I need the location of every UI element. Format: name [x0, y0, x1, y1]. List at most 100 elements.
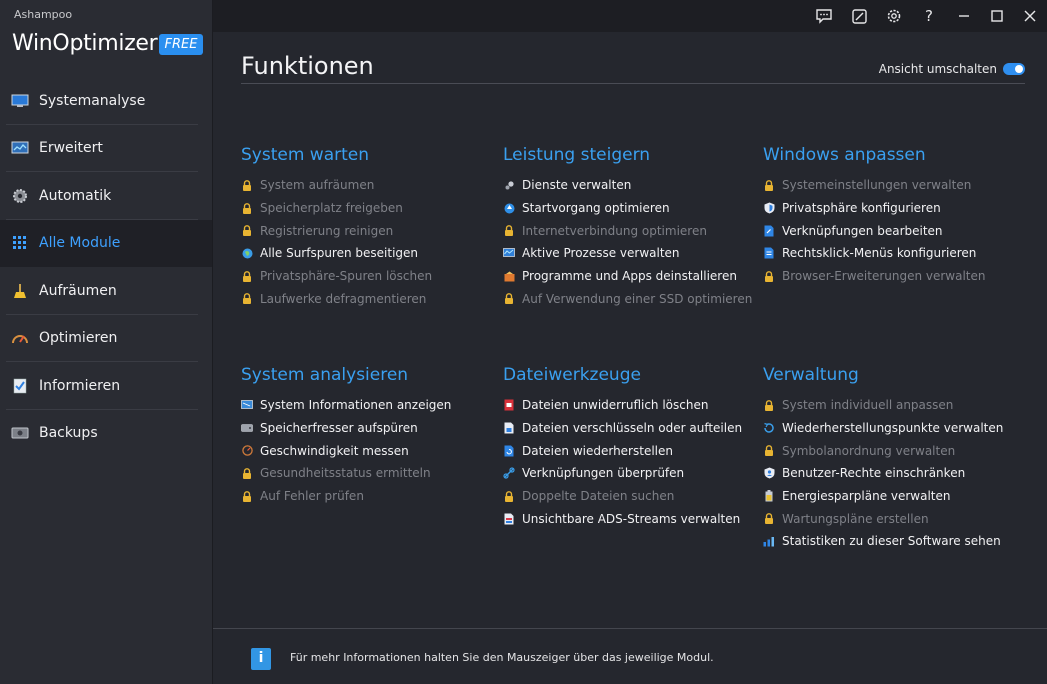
module-item-locked[interactable]: Doppelte Dateien suchen — [503, 485, 763, 508]
module-item-label: Speicherfresser aufspüren — [260, 421, 418, 436]
module-item[interactable]: Dateien wiederherstellen — [503, 439, 763, 462]
module-item-label: Dateien unwiderruflich löschen — [522, 398, 709, 413]
sidebar-item-informieren[interactable]: Informieren — [0, 362, 212, 410]
help-icon[interactable]: ? — [916, 4, 942, 28]
lock-icon — [503, 225, 515, 237]
grid-icon — [11, 234, 29, 252]
backup-icon — [11, 424, 29, 442]
module-item-label: Gesundheitsstatus ermitteln — [260, 466, 431, 481]
module-item-label: Startvorgang optimieren — [522, 201, 670, 216]
module-list: Systemeinstellungen verwalten Privatsphär… — [763, 174, 1023, 287]
module-item-label: System aufräumen — [260, 178, 375, 193]
sidebar-item-backups[interactable]: Backups — [0, 410, 212, 458]
module-item[interactable]: Speicherfresser aufspüren — [241, 417, 501, 440]
module-item[interactable]: Benutzer-Rechte einschränken — [763, 462, 1023, 485]
module-item-locked[interactable]: System aufräumen — [241, 174, 501, 197]
module-list: Dienste verwalten Startvorgang optimieren… — [503, 174, 763, 310]
startup-icon — [503, 202, 515, 214]
module-item[interactable]: Privatsphäre konfigurieren — [763, 197, 1023, 220]
module-item[interactable]: Startvorgang optimieren — [503, 197, 763, 220]
sidebar-item-label: Erweitert — [39, 140, 103, 157]
battery-icon — [763, 490, 775, 502]
section-title: System warten — [241, 145, 370, 165]
module-item-locked[interactable]: Systemeinstellungen verwalten — [763, 174, 1023, 197]
module-item-locked[interactable]: Wartungspläne erstellen — [763, 507, 1023, 530]
module-item-label: System Informationen anzeigen — [260, 398, 452, 413]
sidebar-item-systemanalyse[interactable]: Systemanalyse — [0, 77, 212, 125]
module-item-label: Dateien wiederherstellen — [522, 443, 673, 458]
lock-icon — [241, 202, 253, 214]
module-item-label: Dateien verschlüsseln oder aufteilen — [522, 421, 743, 436]
lock-icon — [241, 225, 253, 237]
stats-icon — [763, 535, 775, 547]
module-item[interactable]: Alle Surfspuren beseitigen — [241, 242, 501, 265]
restore-point-icon — [763, 422, 775, 434]
module-item[interactable]: Programme und Apps deinstallieren — [503, 265, 763, 288]
module-item[interactable]: Wiederherstellungspunkte verwalten — [763, 417, 1023, 440]
sidebar-item-optimieren[interactable]: Optimieren — [0, 315, 212, 362]
module-item[interactable]: Rechtsklick-Menüs konfigurieren — [763, 242, 1023, 265]
module-item-label: Privatsphäre-Spuren löschen — [260, 269, 433, 284]
toggle-switch[interactable] — [1003, 63, 1025, 75]
encrypt-icon — [503, 422, 515, 434]
module-item[interactable]: Dateien unwiderruflich löschen — [503, 394, 763, 417]
module-item-locked[interactable]: Symbolanordnung verwalten — [763, 439, 1023, 462]
module-section: Windows anpassen Systemeinstellungen verw… — [763, 144, 1023, 287]
module-item-locked[interactable]: Internetverbindung optimieren — [503, 219, 763, 242]
sidebar-item-alle-module[interactable]: Alle Module — [0, 219, 212, 267]
sidebar: Ashampoo WinOptimizer FREE Systemanalyse… — [0, 0, 213, 684]
module-item[interactable]: Dateien verschlüsseln oder aufteilen — [503, 417, 763, 440]
module-item-locked[interactable]: Registrierung reinigen — [241, 219, 501, 242]
section-title: Windows anpassen — [763, 145, 926, 165]
module-item[interactable]: Verknüpfungen überprüfen — [503, 462, 763, 485]
page-title: Funktionen — [241, 52, 374, 80]
settings-icon[interactable] — [881, 4, 907, 28]
module-item-locked[interactable]: Browser-Erweiterungen verwalten — [763, 265, 1023, 288]
section-title: System analysieren — [241, 365, 409, 385]
info-icon: i — [251, 648, 271, 670]
lock-icon — [763, 270, 775, 282]
lock-icon — [763, 513, 775, 525]
speed-icon — [241, 445, 253, 457]
module-item-locked[interactable]: Privatsphäre-Spuren löschen — [241, 265, 501, 288]
module-item-locked[interactable]: Auf Verwendung einer SSD optimieren — [503, 287, 763, 310]
module-item[interactable]: Unsichtbare ADS-Streams verwalten — [503, 507, 763, 530]
gauge-icon — [11, 329, 29, 347]
module-item[interactable]: Verknüpfungen bearbeiten — [763, 219, 1023, 242]
module-section: Dateiwerkzeuge Dateien unwiderruflich lös… — [503, 364, 763, 530]
disk-icon — [241, 422, 253, 434]
module-list: System individuell anpassen Wiederherstel… — [763, 394, 1023, 553]
monitor-icon — [11, 92, 29, 110]
module-item[interactable]: Geschwindigkeit messen — [241, 439, 501, 462]
module-item[interactable]: Energiesparpläne verwalten — [763, 485, 1023, 508]
main-panel: Funktionen Ansicht umschalten System war… — [213, 32, 1047, 628]
feedback-icon[interactable] — [811, 4, 837, 28]
uninstall-icon — [503, 270, 515, 282]
sidebar-item-erweitert[interactable]: Erweitert — [0, 125, 212, 172]
module-item-label: Geschwindigkeit messen — [260, 443, 409, 458]
module-item[interactable]: Aktive Prozesse verwalten — [503, 242, 763, 265]
close-icon[interactable] — [1017, 4, 1043, 28]
skin-icon[interactable] — [846, 4, 872, 28]
module-section: Leistung steigern Dienste verwalten Startv… — [503, 144, 763, 310]
module-item-locked[interactable]: Auf Fehler prüfen — [241, 485, 501, 508]
module-item-locked[interactable]: System individuell anpassen — [763, 394, 1023, 417]
shredder-icon — [503, 399, 515, 411]
minimize-icon[interactable] — [951, 4, 977, 28]
module-item[interactable]: System Informationen anzeigen — [241, 394, 501, 417]
footer-bar: i Für mehr Informationen halten Sie den … — [213, 628, 1047, 684]
module-item[interactable]: Statistiken zu dieser Software sehen — [763, 530, 1023, 553]
sidebar-item-aufraeumen[interactable]: Aufräumen — [0, 267, 212, 315]
module-item-locked[interactable]: Gesundheitsstatus ermitteln — [241, 462, 501, 485]
maximize-icon[interactable] — [984, 4, 1010, 28]
view-toggle[interactable]: Ansicht umschalten — [879, 62, 1025, 76]
module-item-label: Verknüpfungen überprüfen — [522, 466, 685, 481]
sidebar-item-automatik[interactable]: Automatik — [0, 172, 212, 220]
module-item-label: Alle Surfspuren beseitigen — [260, 246, 419, 261]
module-item-locked[interactable]: Speicherplatz freigeben — [241, 197, 501, 220]
module-item-locked[interactable]: Laufwerke defragmentieren — [241, 287, 501, 310]
module-item-label: Speicherplatz freigeben — [260, 201, 403, 216]
lock-icon — [763, 445, 775, 457]
module-item[interactable]: Dienste verwalten — [503, 174, 763, 197]
module-item-label: Rechtsklick-Menüs konfigurieren — [782, 246, 977, 261]
